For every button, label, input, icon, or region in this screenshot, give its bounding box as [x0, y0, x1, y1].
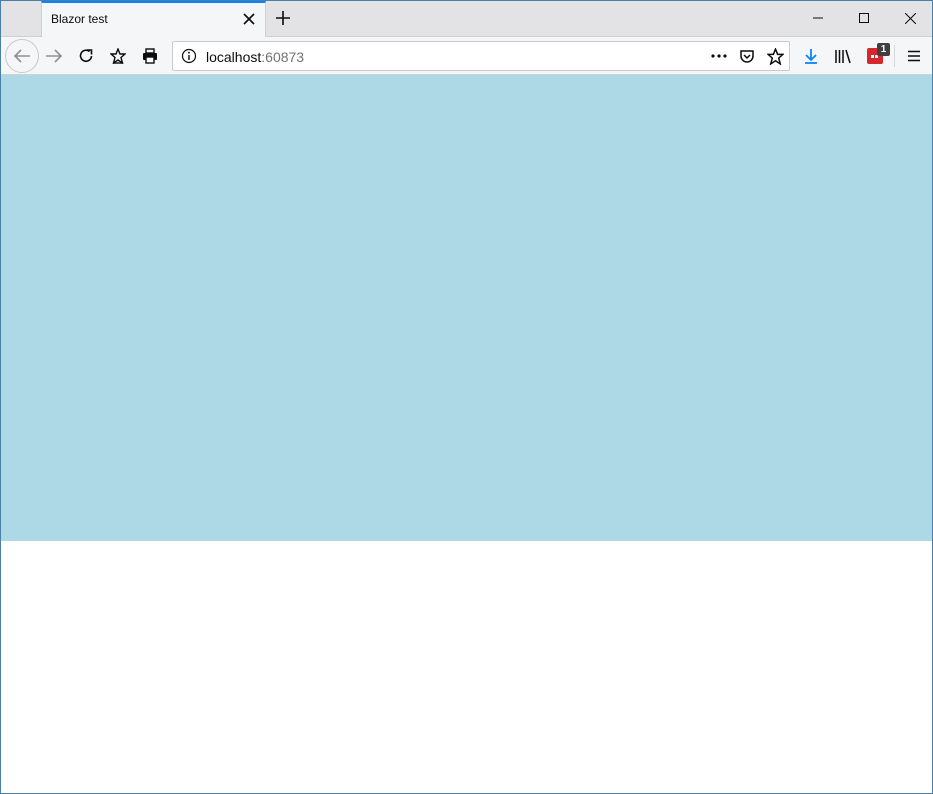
url-host: localhost	[206, 49, 262, 65]
url-port: :60873	[261, 49, 305, 65]
close-tab-icon[interactable]	[240, 9, 258, 29]
address-bar[interactable]: localhost:60873	[172, 41, 790, 71]
url-text[interactable]: localhost:60873	[206, 49, 304, 65]
light-blue-block	[1, 75, 932, 541]
tab-title: Blazor test	[51, 12, 108, 26]
site-info-icon[interactable]	[181, 48, 197, 64]
browser-window: Blazor test localhost:60873 1	[0, 0, 933, 794]
library-icon[interactable]	[828, 41, 858, 71]
download-arrow-icon[interactable]	[796, 41, 826, 71]
minimize-icon[interactable]	[795, 1, 841, 35]
bookmarks-star-icon[interactable]	[103, 41, 133, 71]
hamburger-menu-icon[interactable]	[899, 41, 929, 71]
page-actions-more-icon[interactable]	[707, 46, 731, 66]
maximize-icon[interactable]	[841, 1, 887, 35]
pocket-icon[interactable]	[735, 46, 759, 66]
extension-badge: 1	[877, 43, 890, 56]
printer-icon[interactable]	[135, 41, 165, 71]
page-content	[1, 75, 932, 793]
forward-arrow-icon[interactable]	[39, 41, 69, 71]
reload-icon[interactable]	[71, 41, 101, 71]
active-tab[interactable]: Blazor test	[41, 1, 266, 38]
new-tab-plus-icon[interactable]	[271, 6, 295, 30]
close-window-icon[interactable]	[887, 1, 932, 35]
nav-toolbar: localhost:60873 1	[1, 37, 932, 75]
tab-strip: Blazor test	[1, 1, 932, 38]
back-arrow-icon[interactable]	[5, 39, 39, 73]
extension-button[interactable]: 1	[860, 41, 890, 71]
toolbar-separator	[894, 45, 895, 67]
bookmark-star-icon[interactable]	[763, 46, 787, 66]
